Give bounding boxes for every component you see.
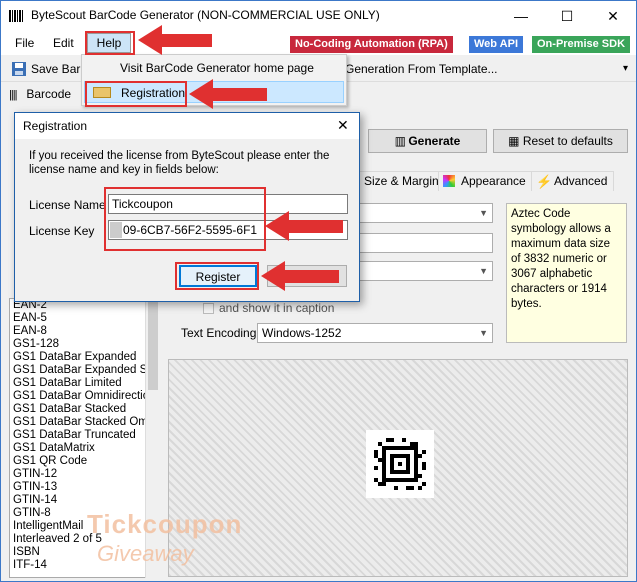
barcode-icon: ▥ (394, 134, 406, 148)
barcode-app-icon (9, 10, 23, 22)
text-encoding-value: Windows-1252 (262, 326, 342, 340)
window-title: ByteScout BarCode Generator (NON-COMMERC… (31, 8, 380, 22)
web-api-link-button[interactable]: Web API (469, 36, 524, 53)
text-encoding-label: Text Encoding: (181, 326, 260, 340)
symbology-list-item[interactable]: GTIN-14 (10, 494, 158, 507)
save-icon (11, 58, 29, 80)
red-arrow-icon (189, 79, 267, 109)
chevron-down-icon: ▼ (479, 208, 488, 218)
reset-icon: ▦ (508, 134, 520, 148)
lightning-icon: ⚡ (536, 174, 553, 189)
tab-appearance-label: Appearance (461, 174, 526, 188)
symbology-list-item[interactable]: GS1-128 (10, 338, 158, 351)
generation-from-template-button[interactable]: Generation From Template... (345, 58, 498, 80)
dialog-close-icon[interactable]: ✕ (337, 117, 349, 134)
license-fields-highlight (104, 187, 266, 251)
palette-icon (443, 175, 455, 187)
symbology-list-item[interactable]: GS1 DataBar Truncated (10, 429, 158, 442)
symbology-list-item[interactable]: GS1 DataBar Stacked Omn (10, 416, 158, 429)
dialog-message: If you received the license from ByteSco… (29, 150, 330, 176)
menu-edit[interactable]: Edit (47, 34, 80, 52)
on-premise-sdk-link-button[interactable]: On-Premise SDK (532, 36, 631, 53)
title-bar: ByteScout BarCode Generator (NON-COMMERC… (1, 1, 636, 31)
symbology-list-item[interactable]: GS1 DataMatrix (10, 442, 158, 455)
maximize-button[interactable]: ☐ (544, 1, 590, 31)
help-menu-highlight (85, 31, 135, 55)
value-input[interactable] (351, 233, 493, 253)
show-caption-checkbox[interactable] (203, 303, 214, 314)
tab-barcode-label: Barcode (26, 87, 72, 101)
red-arrow-icon (261, 261, 339, 291)
watermark-text: Tickcoupon (87, 509, 243, 539)
scrollbar-thumb[interactable] (148, 300, 158, 390)
barcode-tab-icon: |||| (9, 89, 17, 101)
license-name-label: License Name (29, 198, 106, 212)
rpa-link-button[interactable]: No-Coding Automation (RPA) (290, 36, 453, 53)
toolbar-overflow-button[interactable]: ▾ (623, 58, 628, 80)
tab-barcode[interactable]: |||| Barcode (9, 85, 71, 103)
generate-button[interactable]: ▥ Generate (368, 129, 487, 153)
symbology-select[interactable]: ▼ (351, 203, 493, 223)
watermark-subtext: Giveaway (97, 541, 194, 566)
reset-defaults-button[interactable]: ▦ Reset to defaults (493, 129, 628, 153)
license-key-label: License Key (29, 224, 95, 238)
symbology-list-item[interactable]: GS1 DataBar Limited (10, 377, 158, 390)
tab-advanced-label: Advanced (554, 174, 608, 188)
minimize-button[interactable]: — (498, 1, 544, 31)
text-encoding-select[interactable]: Windows-1252 ▼ (257, 323, 493, 343)
close-button[interactable]: ✕ (590, 1, 636, 31)
menu-item-visit-home[interactable]: Visit BarCode Generator home page (84, 57, 344, 79)
symbology-list-item[interactable]: GTIN-13 (10, 481, 158, 494)
symbology-info-box: Aztec Code symbology allows a maximum da… (506, 203, 627, 343)
red-arrow-icon (265, 211, 343, 241)
chevron-down-icon: ▼ (479, 328, 488, 338)
dialog-title: Registration (23, 119, 88, 133)
tab-advanced[interactable]: ⚡ Advanced (531, 171, 615, 191)
show-caption-label: and show it in caption (219, 301, 335, 315)
register-button-highlight (175, 262, 259, 290)
tab-appearance[interactable]: Appearance (438, 171, 533, 191)
dialog-title-bar: Registration ✕ (15, 113, 359, 139)
app-window: ByteScout BarCode Generator (NON-COMMERC… (0, 0, 637, 582)
symbology-list-item[interactable]: GS1 DataBar Expanded (10, 351, 158, 364)
symbology-list-item[interactable]: GS1 DataBar Expanded Sta (10, 364, 158, 377)
registration-highlight (85, 81, 187, 107)
generate-button-label: Generate (408, 134, 461, 148)
chevron-down-icon: ▼ (479, 266, 488, 276)
red-arrow-icon (138, 25, 212, 55)
symbology-list-item[interactable]: GS1 DataBar Stacked (10, 403, 158, 416)
barcode-preview-area (168, 359, 628, 577)
symbology-list-item[interactable]: GTIN-12 (10, 468, 158, 481)
symbology-list-item[interactable]: EAN-5 (10, 312, 158, 325)
symbology-list-item[interactable]: GS1 DataBar Omnidirectiona (10, 390, 158, 403)
menu-file[interactable]: File (9, 34, 40, 52)
aztec-barcode-image (366, 430, 434, 498)
symbology-list-item[interactable]: EAN-8 (10, 325, 158, 338)
reset-button-label: Reset to defaults (522, 134, 613, 148)
option-select[interactable]: ▼ (351, 261, 493, 281)
symbology-list-item[interactable]: GS1 QR Code (10, 455, 158, 468)
